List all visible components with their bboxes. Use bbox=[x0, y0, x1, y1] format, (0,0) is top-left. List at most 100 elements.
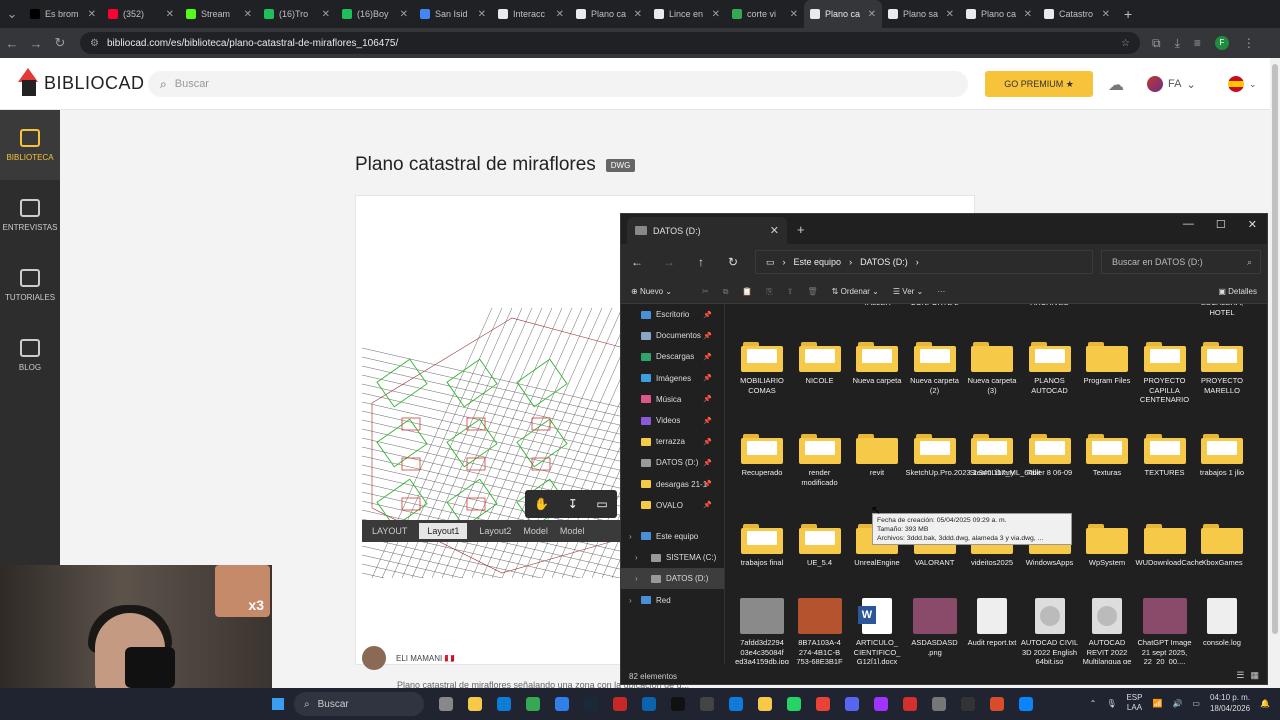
folder-item[interactable]: trabajos final bbox=[733, 524, 791, 568]
nav-pane-item[interactable]: › Red bbox=[621, 589, 724, 610]
nav-pane-item[interactable]: Imágenes 📌 bbox=[621, 368, 724, 389]
close-tab-icon[interactable]: ✕ bbox=[770, 224, 779, 237]
browser-tab[interactable]: Es brom ✕ bbox=[24, 0, 102, 28]
details-button[interactable]: ▣ Detalles bbox=[1218, 287, 1257, 296]
bookmark-star-icon[interactable]: ☆ bbox=[1121, 38, 1130, 49]
browser-tab[interactable]: San Isid ✕ bbox=[414, 0, 492, 28]
folder-item[interactable]: Nueva carpeta (2) bbox=[906, 342, 964, 395]
browser-tab[interactable]: corte vi ✕ bbox=[726, 0, 804, 28]
file-item[interactable]: Audit report.txt bbox=[963, 598, 1021, 648]
sort-button[interactable]: ⇅ Ordenar ⌄ bbox=[832, 287, 879, 296]
browser-tab[interactable]: Plano sa ✕ bbox=[882, 0, 960, 28]
cad-tab[interactable]: Layout2 bbox=[479, 526, 511, 536]
sketchup-icon[interactable] bbox=[990, 697, 1004, 711]
chevron-icon[interactable]: › bbox=[629, 596, 632, 605]
nav-item-entrevistas[interactable]: ENTREVISTAS bbox=[0, 180, 60, 250]
extensions-icon[interactable]: ⧉ bbox=[1152, 36, 1161, 51]
folder-item[interactable]: PROYECTO MARELLO bbox=[1193, 342, 1251, 395]
explorer-search-input[interactable]: Buscar en DATOS (D:) ⌕ bbox=[1101, 250, 1261, 274]
folder-item[interactable]: WpSystem bbox=[1078, 524, 1136, 568]
partial-folder-label[interactable]: ESCALERA, HOTEL bbox=[1193, 304, 1251, 317]
pin-icon[interactable]: 📌 bbox=[703, 480, 712, 488]
edge-icon[interactable] bbox=[497, 697, 511, 711]
minimize-button[interactable]: — bbox=[1183, 218, 1194, 231]
site-info-icon[interactable]: ⚙ bbox=[90, 38, 99, 49]
new-button[interactable]: ⊕ Nuevo ⌄ bbox=[631, 287, 672, 296]
file-explorer-icon[interactable] bbox=[468, 697, 482, 711]
folder-item[interactable]: TEXTURES bbox=[1136, 434, 1194, 478]
more-options-icon[interactable]: ··· bbox=[937, 287, 945, 296]
pin-icon[interactable]: 📌 bbox=[703, 459, 712, 467]
pin-icon[interactable]: 📌 bbox=[703, 353, 712, 361]
media-icon[interactable]: ≡ bbox=[1194, 36, 1201, 51]
folder-item[interactable]: Texturas bbox=[1078, 434, 1136, 478]
pin-icon[interactable]: 📌 bbox=[703, 311, 712, 319]
folder-item[interactable]: PLANOS AUTOCAD bbox=[1021, 342, 1079, 395]
tab-search-icon[interactable]: ⌄ bbox=[0, 6, 24, 22]
file-item[interactable]: console.log bbox=[1193, 598, 1251, 648]
microphone-icon[interactable]: 🎙 bbox=[1106, 699, 1116, 708]
share-icon[interactable]: ⇪ bbox=[787, 287, 794, 296]
close-tab-icon[interactable]: ✕ bbox=[478, 9, 486, 20]
upload-cloud-icon[interactable]: ☁ bbox=[1108, 75, 1124, 95]
close-tab-icon[interactable]: ✕ bbox=[712, 9, 720, 20]
back-arrow-icon[interactable]: ← bbox=[621, 255, 653, 269]
download-icon[interactable]: ⤓ bbox=[1175, 36, 1180, 51]
taskbar-search[interactable]: ⌕ Buscar bbox=[294, 692, 424, 716]
chevron-icon[interactable]: › bbox=[635, 574, 638, 583]
folder-item[interactable]: PROYECTO CAPILLA CENTENARIO bbox=[1136, 342, 1194, 405]
delete-icon[interactable]: 🗑 bbox=[808, 287, 818, 296]
file-item[interactable]: W ARTICULO_ CIENTIFICO_ G12[1].docx bbox=[848, 598, 906, 664]
close-tab-icon[interactable]: ✕ bbox=[400, 9, 408, 20]
network-icon[interactable]: 📶 bbox=[1152, 699, 1162, 708]
explorer-tab[interactable]: DATOS (D:) ✕ bbox=[627, 217, 787, 244]
nav-item-tutoriales[interactable]: TUTORIALES bbox=[0, 250, 60, 320]
breadcrumb-drive[interactable]: DATOS (D:) bbox=[860, 257, 908, 267]
chevron-icon[interactable]: › bbox=[629, 532, 632, 541]
pin-icon[interactable]: 📌 bbox=[703, 332, 712, 340]
folder-item[interactable]: Program Files bbox=[1078, 342, 1136, 386]
close-tab-icon[interactable]: ✕ bbox=[1024, 9, 1032, 20]
browser-tab[interactable]: Stream ✕ bbox=[180, 0, 258, 28]
discord-icon[interactable] bbox=[845, 697, 859, 711]
go-premium-button[interactable]: GO PREMIUM ★ bbox=[985, 71, 1093, 97]
chrome-icon[interactable] bbox=[526, 697, 540, 711]
new-explorer-tab-button[interactable]: + bbox=[797, 222, 805, 237]
folder-item[interactable]: SketchUp.Pro.2023.1.340.117_ML_64bit bbox=[906, 434, 1040, 478]
battery-icon[interactable]: ▭ bbox=[1192, 699, 1200, 708]
file-item[interactable]: ASDASDASD .png bbox=[906, 598, 964, 657]
nav-pane-item[interactable]: Música 📌 bbox=[621, 389, 724, 410]
file-item[interactable]: 7afdd3d2294 03e4c35084f ed3a4159db.jpg bbox=[733, 598, 791, 664]
pin-icon[interactable]: 📌 bbox=[703, 417, 712, 425]
folder-item[interactable]: Recuperado bbox=[733, 434, 791, 478]
input-language[interactable]: ESP LAA bbox=[1126, 693, 1142, 713]
back-button[interactable]: ← bbox=[0, 36, 24, 51]
steam-icon[interactable] bbox=[584, 697, 598, 711]
partial-folder-label[interactable]: TALLER bbox=[848, 304, 906, 308]
site-search-input[interactable]: ⌕ Buscar bbox=[148, 71, 968, 97]
author-row[interactable]: ELI MAMANI 🇵🇪 bbox=[362, 646, 454, 670]
pan-hand-icon[interactable]: ✋ bbox=[534, 497, 549, 511]
rename-icon[interactable]: ⎘ bbox=[766, 287, 772, 297]
browser-tab[interactable]: (16)Boy ✕ bbox=[336, 0, 414, 28]
language-selector[interactable]: ⌄ bbox=[1228, 76, 1257, 92]
folder-icon[interactable] bbox=[758, 697, 772, 711]
close-tab-icon[interactable]: ✕ bbox=[244, 9, 252, 20]
obs-icon[interactable] bbox=[961, 697, 975, 711]
whatsapp-icon[interactable] bbox=[787, 697, 801, 711]
close-tab-icon[interactable]: ✕ bbox=[322, 9, 330, 20]
browser-tab[interactable]: Plano ca ✕ bbox=[804, 0, 882, 28]
file-item[interactable]: AUTOCAD CIVIL 3D 2022 English 64bit.iso bbox=[1021, 598, 1079, 664]
nav-item-biblioteca[interactable]: BIBLIOTECA bbox=[0, 110, 60, 180]
browser-tab[interactable]: (16)Tro ✕ bbox=[258, 0, 336, 28]
new-tab-button[interactable]: + bbox=[1124, 6, 1132, 22]
close-window-button[interactable]: ✕ bbox=[1248, 218, 1257, 231]
nav-pane-item[interactable]: Videos 📌 bbox=[621, 410, 724, 431]
acrobat-icon[interactable] bbox=[903, 697, 917, 711]
clock[interactable]: 04:10 p. m. 18/04/2026 bbox=[1210, 692, 1250, 714]
refresh-icon[interactable]: ↻ bbox=[717, 255, 749, 269]
folder-item[interactable]: revit bbox=[848, 434, 906, 478]
terminal-icon[interactable] bbox=[700, 697, 714, 711]
explorer-address-bar[interactable]: ▭ › Este equipo › DATOS (D:) › bbox=[755, 250, 1093, 274]
reload-button[interactable]: ↻ bbox=[48, 35, 72, 51]
